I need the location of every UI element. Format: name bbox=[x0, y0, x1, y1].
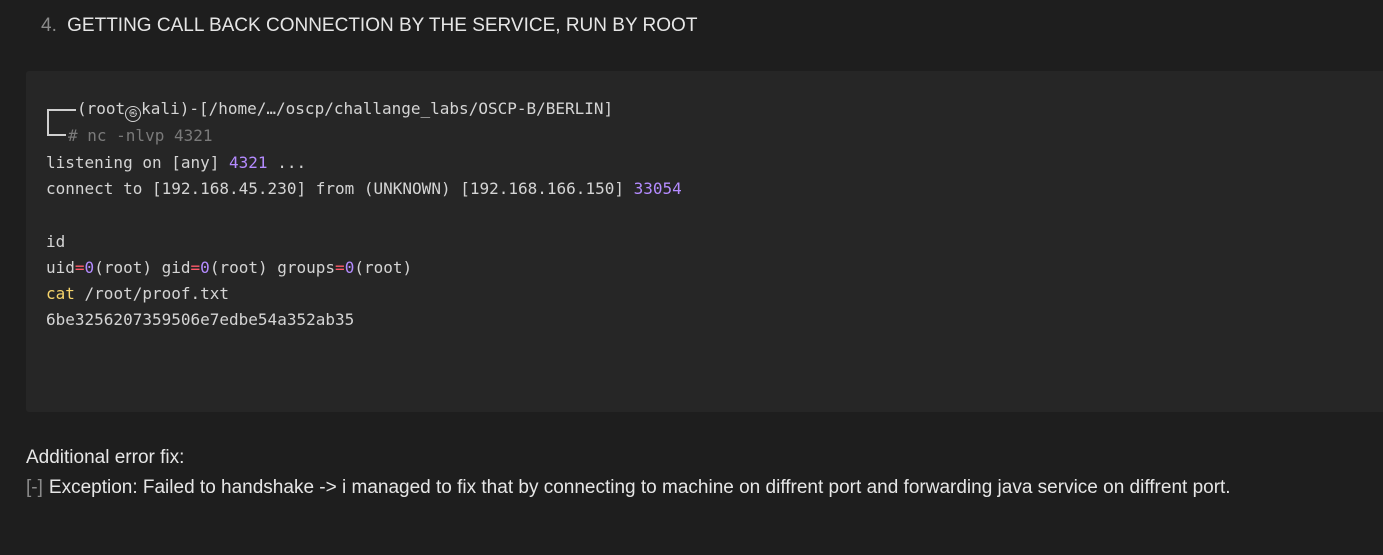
prompt-host-path: kali)-[/home/…/oscp/challange_labs/OSCP-… bbox=[141, 99, 614, 118]
terminal-id-output: uid=0(root) gid=0(root) groups=0(root) bbox=[46, 255, 412, 281]
listening-port: 4321 bbox=[229, 153, 268, 172]
listening-suffix: ... bbox=[267, 153, 307, 172]
gid-eq: = bbox=[190, 258, 201, 277]
terminal-prompt: (root ㉿ kali)-[/home/…/oscp/challange_labs… bbox=[77, 96, 613, 122]
groups-eq: = bbox=[335, 258, 345, 277]
gid-label: gid bbox=[161, 258, 191, 277]
connect-prefix: connect to [192.168.45.230] from (UNKNOW… bbox=[46, 179, 634, 198]
gid-value: 0 bbox=[200, 258, 210, 277]
task-marker[interactable]: [-] bbox=[26, 477, 43, 498]
cat-argument: /root/proof.txt bbox=[74, 284, 230, 303]
listening-prefix: listening on [any] bbox=[46, 153, 230, 172]
terminal-connect-line: connect to [192.168.45.230] from (UNKNOW… bbox=[46, 176, 682, 202]
additional-error-label[interactable]: Additional error fix: bbox=[26, 446, 184, 470]
proof-hash[interactable]: 6be3256207359506e7edbe54a352ab35 bbox=[46, 307, 354, 333]
gid-name: (root) bbox=[209, 258, 278, 277]
prompt-user: (root bbox=[77, 99, 126, 118]
list-number: 4. bbox=[41, 15, 57, 36]
exception-line[interactable]: [-] Exception: Failed to handshake -> i m… bbox=[26, 476, 1231, 500]
uid-name: (root) bbox=[94, 258, 162, 277]
note-page: 4. GETTING CALL BACK CONNECTION BY THE S… bbox=[0, 0, 1383, 555]
groups-value: 0 bbox=[344, 258, 355, 277]
terminal-id-command: id bbox=[46, 232, 66, 251]
section-heading: 4. GETTING CALL BACK CONNECTION BY THE S… bbox=[41, 14, 697, 38]
code-block[interactable]: (root ㉿ kali)-[/home/…/oscp/challange_labs… bbox=[26, 71, 1383, 412]
terminal-listening-line: listening on [any] 4321 ... bbox=[46, 150, 306, 176]
cat-keyword: cat bbox=[46, 284, 75, 303]
uid-label: uid bbox=[46, 258, 75, 277]
connect-port: 33054 bbox=[633, 179, 682, 198]
heading-text[interactable]: GETTING CALL BACK CONNECTION BY THE SERV… bbox=[67, 15, 697, 36]
terminal-cat-command: cat /root/proof.txt bbox=[46, 281, 229, 307]
prompt-bracket-dash-top bbox=[56, 109, 76, 111]
uid-value: 0 bbox=[84, 258, 95, 277]
groups-name: (root) bbox=[354, 258, 413, 277]
exception-text: Exception: Failed to handshake -> i mana… bbox=[48, 477, 1231, 498]
terminal-command: # nc -nlvp 4321 bbox=[68, 126, 213, 145]
groups-label: groups bbox=[277, 258, 336, 277]
prompt-bracket-dash-bottom bbox=[56, 134, 66, 136]
kali-symbol-icon: ㉿ bbox=[125, 106, 142, 122]
uid-eq: = bbox=[74, 258, 85, 277]
prompt-bracket-decoration bbox=[47, 109, 56, 136]
